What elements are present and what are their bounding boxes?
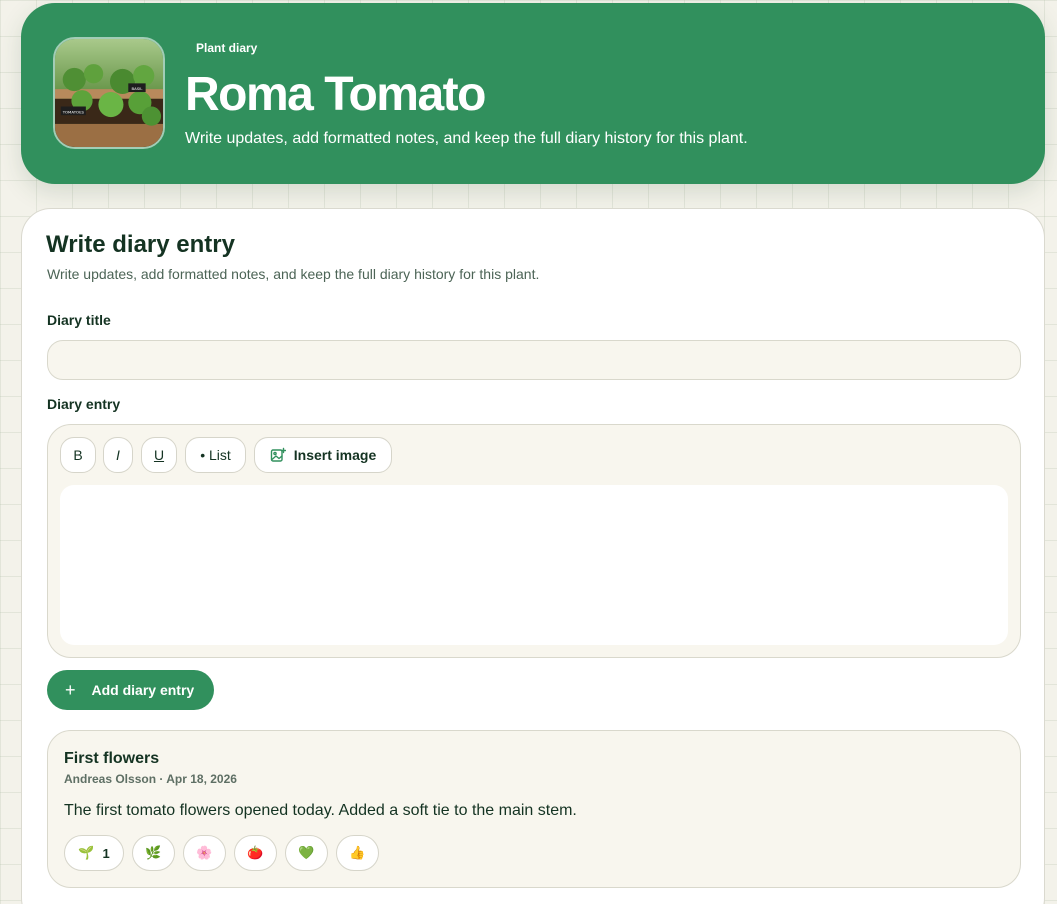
reaction-blossom-button[interactable]: 🌸	[183, 835, 226, 871]
italic-button-label: I	[116, 447, 120, 463]
rich-text-editor: B I U • List Insert image	[47, 424, 1021, 658]
italic-button[interactable]: I	[103, 437, 133, 473]
herb-icon: 🌿	[145, 845, 162, 860]
reaction-green-heart-button[interactable]: 💚	[285, 835, 328, 871]
add-diary-entry-button[interactable]: + Add diary entry	[47, 670, 214, 710]
plant-photo: BASIL TOMATOES	[53, 37, 165, 149]
underline-button-label: U	[153, 447, 165, 463]
thumbs-up-icon: 👍	[349, 845, 366, 860]
reaction-thumbs-up-button[interactable]: 👍	[336, 835, 379, 871]
tomato-icon: 🍅	[247, 845, 264, 860]
blossom-icon: 🌸	[196, 845, 213, 860]
seedling-icon: 🌱	[78, 845, 95, 860]
tomatoes-tag-label: TOMATOES	[62, 109, 85, 114]
diary-title-label: Diary title	[47, 312, 111, 328]
plus-icon: +	[65, 680, 76, 700]
bold-button-label: B	[73, 447, 83, 463]
form-heading: Write diary entry	[46, 231, 235, 258]
reaction-herb-button[interactable]: 🌿	[132, 835, 175, 871]
bold-button[interactable]: B	[60, 437, 96, 473]
entry-body: The first tomato flowers opened today. A…	[64, 802, 577, 819]
diary-title-input[interactable]	[47, 340, 1021, 380]
add-diary-entry-label: Add diary entry	[91, 682, 195, 698]
form-description: Write updates, add formatted notes, and …	[47, 266, 540, 282]
page-title: Roma Tomato	[185, 68, 486, 121]
reaction-bar: 🌱 1 🌿 🌸 🍅 💚 👍	[64, 835, 379, 871]
page-subtitle: Write updates, add formatted notes, and …	[185, 130, 748, 147]
green-heart-icon: 💚	[298, 845, 315, 860]
reaction-seedling-button[interactable]: 🌱 1	[64, 835, 124, 871]
underline-button[interactable]: U	[141, 437, 177, 473]
diary-entry-label: Diary entry	[47, 396, 121, 412]
diary-entry-textarea[interactable]	[60, 485, 1008, 645]
reaction-count: 1	[102, 845, 110, 861]
reaction-tomato-button[interactable]: 🍅	[234, 835, 277, 871]
insert-image-button[interactable]: Insert image	[254, 437, 392, 473]
page-eyebrow: Plant diary	[196, 41, 258, 55]
plant-header: BASIL TOMATOES Plant diary Roma Tomato W…	[21, 3, 1045, 184]
entry-title: First flowers	[64, 750, 160, 767]
entry-meta: Andreas Olsson · Apr 18, 2026	[64, 772, 237, 786]
basil-tag-label: BASIL	[131, 86, 143, 91]
insert-image-label: Insert image	[293, 447, 377, 463]
diary-form-card: Write diary entry Write updates, add for…	[21, 208, 1045, 904]
list-button[interactable]: • List	[185, 437, 246, 473]
diary-entry-item: First flowers Andreas Olsson · Apr 18, 2…	[47, 730, 1021, 888]
image-icon	[270, 447, 286, 463]
list-button-label: • List	[200, 447, 231, 463]
